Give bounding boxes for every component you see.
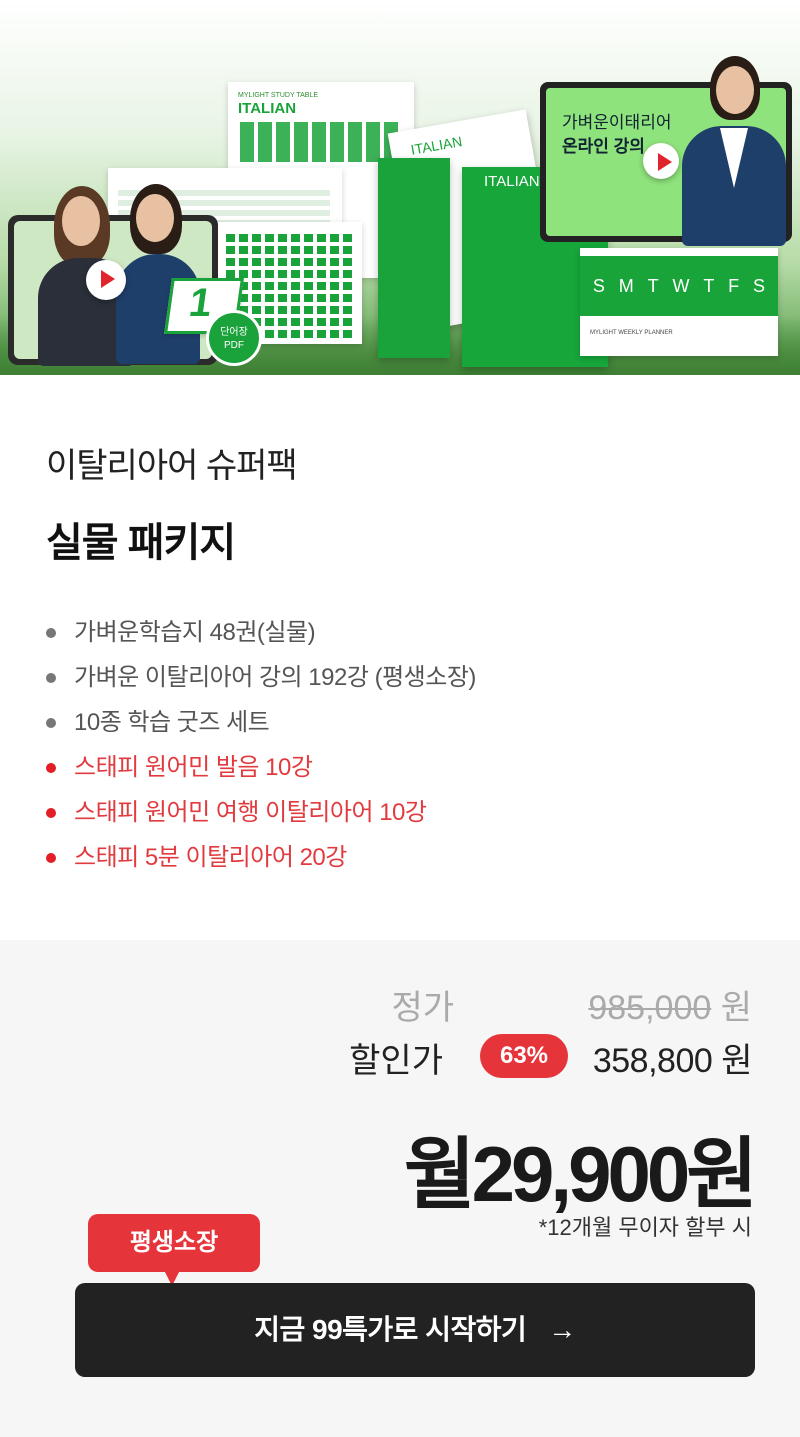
planner-day: M: [618, 275, 634, 296]
tilted-booklet-label: ITALIAN: [409, 133, 464, 158]
planner-day: W: [672, 275, 690, 296]
bullet-icon: [46, 718, 56, 728]
hero-product-image: MYLIGHT STUDY TABLE ITALIAN ITALIAN ITAL…: [0, 0, 800, 375]
feature-item-highlight: 스태피 5분 이탈리아어 20강: [46, 837, 476, 882]
discount-badge: 63%: [480, 1034, 568, 1078]
feature-list: 가벼운학습지 48권(실물) 가벼운 이탈리아어 강의 192강 (평생소장) …: [46, 612, 476, 882]
feature-item-highlight: 스태피 원어민 여행 이탈리아어 10강: [46, 792, 476, 837]
planner-day: T: [703, 275, 715, 296]
feature-item: 가벼운학습지 48권(실물): [46, 612, 476, 657]
feature-item: 10종 학습 굿즈 세트: [46, 702, 476, 747]
sale-price: 358,800 원: [592, 1042, 753, 1080]
bullet-icon: [46, 673, 56, 683]
teacher-tablet-right: [112, 184, 202, 364]
start-button[interactable]: 지금 99특가로 시작하기 →: [75, 1283, 755, 1377]
feature-text: 가벼운 이탈리아어 강의 192강 (평생소장): [74, 664, 476, 691]
planner-day: T: [647, 275, 659, 296]
planner-label: MYLIGHT WEEKLY PLANNER: [590, 330, 673, 336]
product-title: 실물 패키지: [46, 521, 236, 565]
bullet-icon: [46, 808, 56, 818]
planner-day: S: [592, 275, 605, 296]
green-book-title: ITALIAN: [484, 173, 540, 190]
feature-text: 스태피 원어민 발음 10강: [74, 754, 313, 781]
lifetime-badge: 평생소장: [88, 1214, 260, 1286]
regular-price-unit: 원: [720, 989, 752, 1027]
teacher-tablet-left-face: [62, 196, 100, 246]
feature-item: 가벼운 이탈리아어 강의 192강 (평생소장): [46, 657, 476, 702]
installment-note: *12개월 무이자 할부 시: [538, 1215, 752, 1240]
vocab-card-number: 1: [186, 281, 215, 325]
product-subtitle: 이탈리아어 슈퍼팩: [46, 447, 298, 485]
sale-price-label: 할인가: [349, 1042, 443, 1080]
feature-text: 스태피 원어민 여행 이탈리아어 10강: [74, 799, 427, 826]
planner-days-band: S M T W T F S: [580, 256, 778, 316]
teacher-tablet-right-face: [136, 194, 174, 242]
study-table-header: MYLIGHT STUDY TABLE: [238, 92, 319, 99]
regular-price: 985,000 원: [588, 980, 752, 1029]
regular-price-label: 정가: [391, 989, 454, 1027]
planner-day: S: [753, 275, 766, 296]
monitor-line1: 가벼운이태리어: [562, 113, 672, 132]
arrow-right-icon: →: [548, 1314, 576, 1345]
monthly-price: 월29,900원: [403, 1130, 758, 1218]
study-table-grid: [240, 122, 400, 162]
vocab-pdf-icon: 단어장 PDF: [206, 310, 262, 366]
planner-day: F: [728, 275, 740, 296]
bullet-icon: [46, 853, 56, 863]
feature-text: 가벼운학습지 48권(실물): [74, 619, 316, 646]
feature-text: 스태피 5분 이탈리아어 20강: [74, 844, 347, 871]
regular-price-value: 985,000: [588, 989, 712, 1027]
teacher-monitor: [668, 56, 788, 246]
bullet-icon: [46, 628, 56, 638]
tablet-play-icon[interactable]: [86, 260, 126, 300]
green-book-spine: [378, 158, 450, 358]
bullet-icon: [46, 763, 56, 773]
feature-text: 10종 학습 굿즈 세트: [74, 709, 270, 736]
study-table-title: ITALIAN: [238, 100, 297, 117]
weekly-planner: S M T W T F S MYLIGHT WEEKLY PLANNER: [580, 248, 778, 356]
teacher-monitor-face: [716, 66, 754, 114]
feature-item-highlight: 스태피 원어민 발음 10강: [46, 747, 476, 792]
monitor-line2: 온라인 강의: [562, 137, 645, 156]
start-button-label: 지금 99특가로 시작하기: [254, 1314, 527, 1345]
